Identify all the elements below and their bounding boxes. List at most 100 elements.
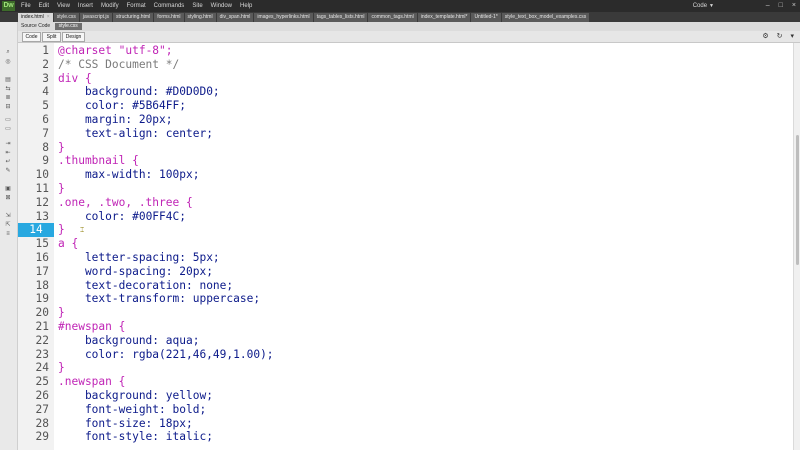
remove-icon[interactable]: ▣ <box>4 186 12 193</box>
refresh-icon[interactable]: ↻ <box>777 33 783 40</box>
line-number: 25 <box>35 375 49 389</box>
code-text: background: #D0D0D0; <box>58 85 220 99</box>
line-number: 28 <box>35 416 49 430</box>
line-number: 6 <box>42 113 49 126</box>
code-text: .thumbnail { <box>58 154 139 168</box>
menu-item-view[interactable]: View <box>57 0 70 12</box>
indent2-icon[interactable]: ≡ <box>4 231 12 238</box>
menu-item-commands[interactable]: Commands <box>154 0 185 12</box>
line-number: 26 <box>35 389 49 402</box>
code-text: text-align: center; <box>58 126 213 140</box>
toolbar-right-icons: ⚙ ↻ ▾ <box>754 32 794 40</box>
menu-item-help[interactable]: Help <box>240 0 252 12</box>
code-text: a { <box>58 237 79 251</box>
document-tab[interactable]: styling.html <box>184 13 216 22</box>
document-tab[interactable]: structuring.html <box>113 13 154 22</box>
app-logo: Dw <box>2 1 15 11</box>
line-number: 17 <box>35 264 49 278</box>
code-text: color: #5B64FF; <box>58 99 186 113</box>
code-text: @charset "utf-8"; <box>58 44 173 57</box>
snippet-icon[interactable]: ↵ <box>4 159 12 166</box>
document-tab[interactable]: forms.html <box>154 13 184 22</box>
line-number: 11 <box>35 182 49 195</box>
menu-item-edit[interactable]: Edit <box>39 0 49 12</box>
document-tab[interactable]: javascript.js <box>79 13 113 22</box>
line-number: 19 <box>35 292 49 306</box>
split-icon[interactable]: ▤ <box>4 77 12 84</box>
line-number: 27 <box>35 402 49 416</box>
menu-item-window[interactable]: Window <box>211 0 232 12</box>
line-number: 9 <box>42 154 49 168</box>
comment-icon[interactable]: ⊟ <box>4 104 12 111</box>
document-tab[interactable]: Untitled-1* <box>471 13 501 22</box>
code-text: div { <box>58 71 92 85</box>
settings-icon[interactable]: ⚙ <box>762 33 768 40</box>
line-number: 18 <box>35 278 49 292</box>
maximize-button[interactable]: □ <box>779 2 783 9</box>
menu-item-insert[interactable]: Insert <box>78 0 93 12</box>
code-text: color: rgba(221,46,49,1.00); <box>58 347 274 361</box>
text-cursor-icon: ⌶ <box>80 227 85 234</box>
wrap-icon[interactable]: ⇥ <box>4 141 12 148</box>
expand-icon[interactable]: ⇲ <box>4 213 12 220</box>
outdent-icon[interactable]: ▭ <box>4 126 12 133</box>
document-tab-bar: index.html × style.css javascript.js structu… <box>0 12 800 22</box>
tab-label: index_template.html* <box>420 14 468 20</box>
live-view-icon[interactable]: ◎ <box>4 59 12 66</box>
code-text: letter-spacing: 5px; <box>58 251 220 264</box>
split-view-button[interactable]: Split <box>42 32 61 42</box>
tab-label: structuring.html <box>116 14 151 20</box>
design-view-button[interactable]: Design <box>62 32 85 42</box>
menu-item-file[interactable]: File <box>21 0 31 12</box>
filter-icon[interactable]: ▾ <box>790 33 794 40</box>
vertical-scrollbar[interactable] <box>793 43 800 450</box>
tab-label: tags_tables_lists.html <box>316 14 365 20</box>
tab-label: javascript.js <box>82 14 110 20</box>
workspace-switcher[interactable]: Code ▼ <box>693 0 714 12</box>
related-file-style-css[interactable]: style.css <box>54 23 82 30</box>
line-number: 14 <box>18 223 54 238</box>
line-number: 7 <box>42 126 49 140</box>
document-tab[interactable]: common_tags.html <box>368 13 417 22</box>
tab-label: common_tags.html <box>371 14 414 20</box>
code-editor[interactable]: ⌶ 1 @charset "utf-8"; 2 /* CSS Document */ 3… <box>18 43 794 450</box>
menu-item-modify[interactable]: Modify <box>101 0 119 12</box>
tab-label: styling.html <box>187 14 213 20</box>
document-tab[interactable]: tags_tables_lists.html <box>313 13 368 22</box>
code-text: .one, .two, .three { <box>58 195 193 209</box>
close-button[interactable]: × <box>792 2 796 9</box>
line-number: 13 <box>35 209 49 223</box>
collapse-icon[interactable]: ⇱ <box>4 222 12 229</box>
line-number: 1 <box>42 44 49 57</box>
tab-label: style_text_box_model_examples.css <box>504 14 587 20</box>
code-view-button[interactable]: Code <box>22 32 41 42</box>
menu-item-site[interactable]: Site <box>192 0 202 12</box>
document-tab[interactable]: div_span.html <box>216 13 254 22</box>
minimize-button[interactable]: – <box>766 2 770 9</box>
window-controls: – □ × <box>757 0 796 12</box>
code-text: /* CSS Document */ <box>58 57 180 71</box>
code-text: .newspan { <box>58 375 126 389</box>
inspect-icon[interactable]: ⌕ <box>4 49 12 56</box>
move-icon[interactable]: ⊠ <box>4 195 12 202</box>
line-number: 4 <box>42 85 49 99</box>
document-tab[interactable]: index_template.html* <box>417 13 471 22</box>
line-number: 29 <box>35 430 49 444</box>
tab-label: images_hyperlinks.html <box>257 14 310 20</box>
source-code-label[interactable]: Source Code <box>21 23 50 29</box>
document-tab[interactable]: images_hyperlinks.html <box>254 13 313 22</box>
highlight-icon[interactable]: ⇤ <box>4 150 12 157</box>
line-number: 20 <box>35 306 49 320</box>
menu-item-format[interactable]: Format <box>127 0 146 12</box>
format-icon[interactable]: ≣ <box>4 95 12 102</box>
indent-icon[interactable]: ▭ <box>4 117 12 124</box>
code-nav-icon[interactable]: ⇆ <box>4 86 12 93</box>
document-tab[interactable]: style_text_box_model_examples.css <box>501 13 590 22</box>
chevron-down-icon: ▼ <box>709 3 714 9</box>
scrollbar-thumb[interactable] <box>796 135 799 265</box>
close-tab-icon[interactable]: × <box>47 14 50 20</box>
apply-icon[interactable]: ✎ <box>4 168 12 175</box>
document-tab[interactable]: index.html × <box>18 13 53 22</box>
related-files-bar: Source Code style.css <box>18 22 800 31</box>
document-tab[interactable]: style.css <box>53 13 79 22</box>
